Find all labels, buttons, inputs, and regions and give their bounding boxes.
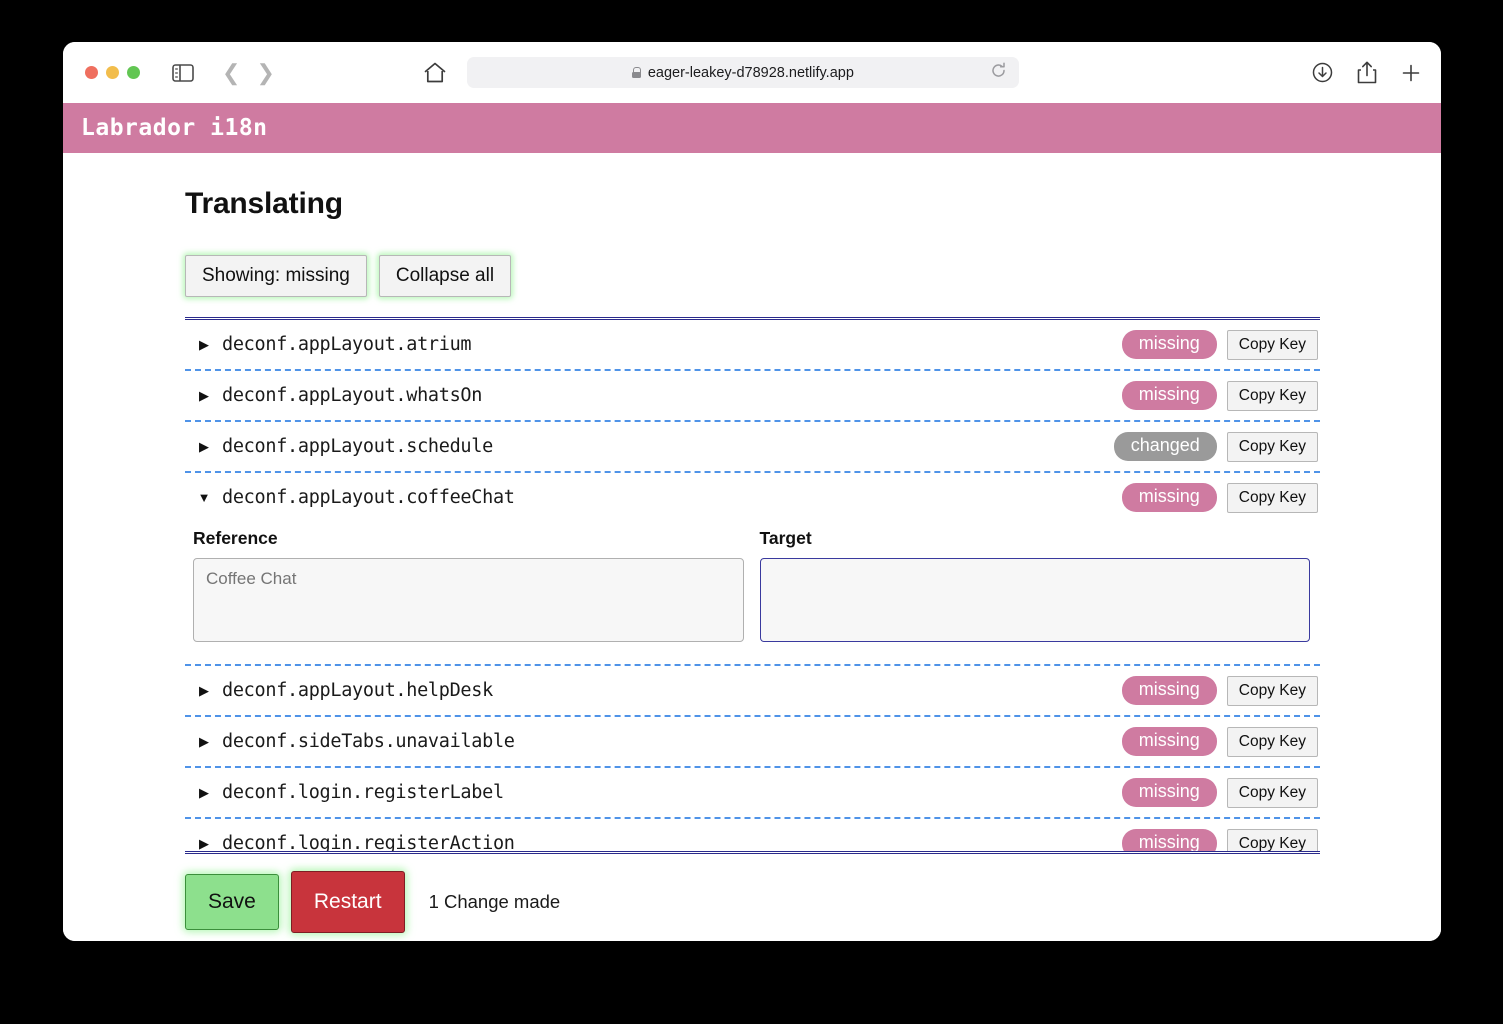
address-bar-content: eager-leakey-d78928.netlify.app [631, 64, 854, 81]
translation-key: deconf.appLayout.schedule [222, 436, 493, 457]
key-row-header[interactable]: ▶ deconf.appLayout.whatsOn missing Copy … [185, 371, 1320, 420]
row-actions: missing Copy Key [1121, 828, 1320, 851]
status-badge: missing [1121, 727, 1217, 756]
table-row: ▶ deconf.appLayout.atrium missing Copy K… [185, 320, 1320, 371]
home-icon[interactable] [423, 61, 447, 84]
copy-key-button[interactable]: Copy Key [1226, 828, 1318, 851]
target-column: Target [759, 528, 1310, 642]
chevron-down-icon[interactable]: ▼ [193, 491, 215, 504]
app-title: Labrador i18n [81, 115, 268, 141]
table-row: ▶ deconf.appLayout.whatsOn missing Copy … [185, 371, 1320, 422]
row-actions: missing Copy Key [1121, 777, 1320, 808]
change-status-text: 1 Change made [428, 891, 561, 912]
page-title: Translating [185, 187, 343, 220]
chevron-right-icon[interactable]: ▶ [193, 684, 215, 697]
translation-key-list[interactable]: ▶ deconf.appLayout.atrium missing Copy K… [185, 317, 1320, 854]
page-content: Translating Showing: missing Collapse al… [63, 153, 1441, 941]
row-actions: missing Copy Key [1121, 329, 1320, 360]
navigation-buttons: ❮ ❯ [222, 61, 275, 84]
translation-key: deconf.login.registerAction [222, 833, 515, 854]
key-row-header[interactable]: ▶ deconf.appLayout.helpDesk missing Copy… [185, 666, 1320, 715]
copy-key-button[interactable]: Copy Key [1226, 380, 1318, 411]
minimize-window-button[interactable] [106, 66, 119, 79]
browser-window: ❮ ❯ eager-leakey-d78928.netlify.app Labr… [63, 42, 1441, 941]
translation-key: deconf.appLayout.helpDesk [222, 680, 493, 701]
reference-column: Reference [193, 528, 744, 642]
restart-button[interactable]: Restart [290, 871, 405, 933]
plus-icon[interactable] [1401, 63, 1421, 83]
lock-icon [631, 67, 642, 78]
table-row: ▼ deconf.appLayout.coffeeChat missing Co… [185, 473, 1320, 666]
translation-key: deconf.sideTabs.unavailable [222, 731, 515, 752]
reference-label: Reference [193, 528, 278, 548]
chevron-right-icon[interactable]: ❯ [256, 61, 274, 84]
key-row-header[interactable]: ▶ deconf.login.registerAction missing Co… [185, 819, 1320, 854]
key-row-header[interactable]: ▼ deconf.appLayout.coffeeChat missing Co… [185, 473, 1320, 522]
collapse-all-button[interactable]: Collapse all [378, 255, 512, 297]
key-row-header[interactable]: ▶ deconf.appLayout.atrium missing Copy K… [185, 320, 1320, 369]
translation-key: deconf.appLayout.atrium [222, 334, 472, 355]
status-badge: changed [1113, 432, 1217, 461]
table-row: ▶ deconf.login.registerAction missing Co… [185, 819, 1320, 854]
target-label: Target [759, 528, 812, 548]
chevron-right-icon[interactable]: ▶ [193, 440, 215, 453]
footer-actions: Save Restart 1 Change made [185, 871, 1441, 933]
chevron-right-icon[interactable]: ▶ [193, 837, 215, 850]
table-row: ▶ deconf.login.registerLabel missing Cop… [185, 768, 1320, 819]
chevron-right-icon[interactable]: ▶ [193, 338, 215, 351]
copy-key-button[interactable]: Copy Key [1226, 329, 1318, 360]
translation-key: deconf.appLayout.coffeeChat [222, 487, 515, 508]
table-row: ▶ deconf.appLayout.helpDesk missing Copy… [185, 666, 1320, 717]
row-actions: missing Copy Key [1121, 482, 1320, 513]
translation-editor: Reference Target [185, 522, 1320, 664]
translation-key: deconf.appLayout.whatsOn [222, 385, 483, 406]
row-actions: changed Copy Key [1113, 431, 1320, 462]
titlebar-actions [1312, 42, 1421, 103]
traffic-lights [85, 66, 140, 79]
key-row-header[interactable]: ▶ deconf.appLayout.schedule changed Copy… [185, 422, 1320, 471]
row-actions: missing Copy Key [1121, 726, 1320, 757]
status-badge: missing [1121, 778, 1217, 807]
download-icon[interactable] [1312, 62, 1333, 83]
key-row-header[interactable]: ▶ deconf.login.registerLabel missing Cop… [185, 768, 1320, 817]
table-row: ▶ deconf.sideTabs.unavailable missing Co… [185, 717, 1320, 768]
sidebar-toggle-icon[interactable] [172, 63, 194, 82]
row-actions: missing Copy Key [1121, 380, 1320, 411]
address-bar-url: eager-leakey-d78928.netlify.app [647, 64, 854, 81]
filter-toolbar: Showing: missing Collapse all [63, 221, 1441, 297]
status-badge: missing [1121, 676, 1217, 705]
save-button[interactable]: Save [185, 874, 279, 930]
status-badge: missing [1121, 330, 1217, 359]
maximize-window-button[interactable] [127, 66, 140, 79]
close-window-button[interactable] [85, 66, 98, 79]
reload-icon[interactable] [990, 61, 1007, 84]
status-badge: missing [1121, 381, 1217, 410]
translation-key: deconf.login.registerLabel [222, 782, 504, 803]
copy-key-button[interactable]: Copy Key [1226, 675, 1318, 706]
chevron-right-icon[interactable]: ▶ [193, 786, 215, 799]
key-row-header[interactable]: ▶ deconf.sideTabs.unavailable missing Co… [185, 717, 1320, 766]
status-badge: missing [1121, 829, 1217, 851]
reference-input[interactable] [193, 558, 744, 642]
share-icon[interactable] [1357, 61, 1377, 84]
chevron-right-icon[interactable]: ▶ [193, 735, 215, 748]
copy-key-button[interactable]: Copy Key [1226, 431, 1318, 462]
copy-key-button[interactable]: Copy Key [1226, 726, 1318, 757]
app-header: Labrador i18n [63, 103, 1441, 153]
address-bar[interactable]: eager-leakey-d78928.netlify.app [466, 57, 1019, 88]
chevron-right-icon[interactable]: ▶ [193, 389, 215, 402]
status-badge: missing [1121, 483, 1217, 512]
showing-filter-button[interactable]: Showing: missing [185, 255, 367, 297]
table-row: ▶ deconf.appLayout.schedule changed Copy… [185, 422, 1320, 473]
target-input[interactable] [759, 558, 1310, 642]
copy-key-button[interactable]: Copy Key [1226, 777, 1318, 808]
browser-titlebar: ❮ ❯ eager-leakey-d78928.netlify.app [63, 42, 1441, 103]
chevron-left-icon[interactable]: ❮ [222, 61, 240, 84]
row-actions: missing Copy Key [1121, 675, 1320, 706]
copy-key-button[interactable]: Copy Key [1226, 482, 1318, 513]
